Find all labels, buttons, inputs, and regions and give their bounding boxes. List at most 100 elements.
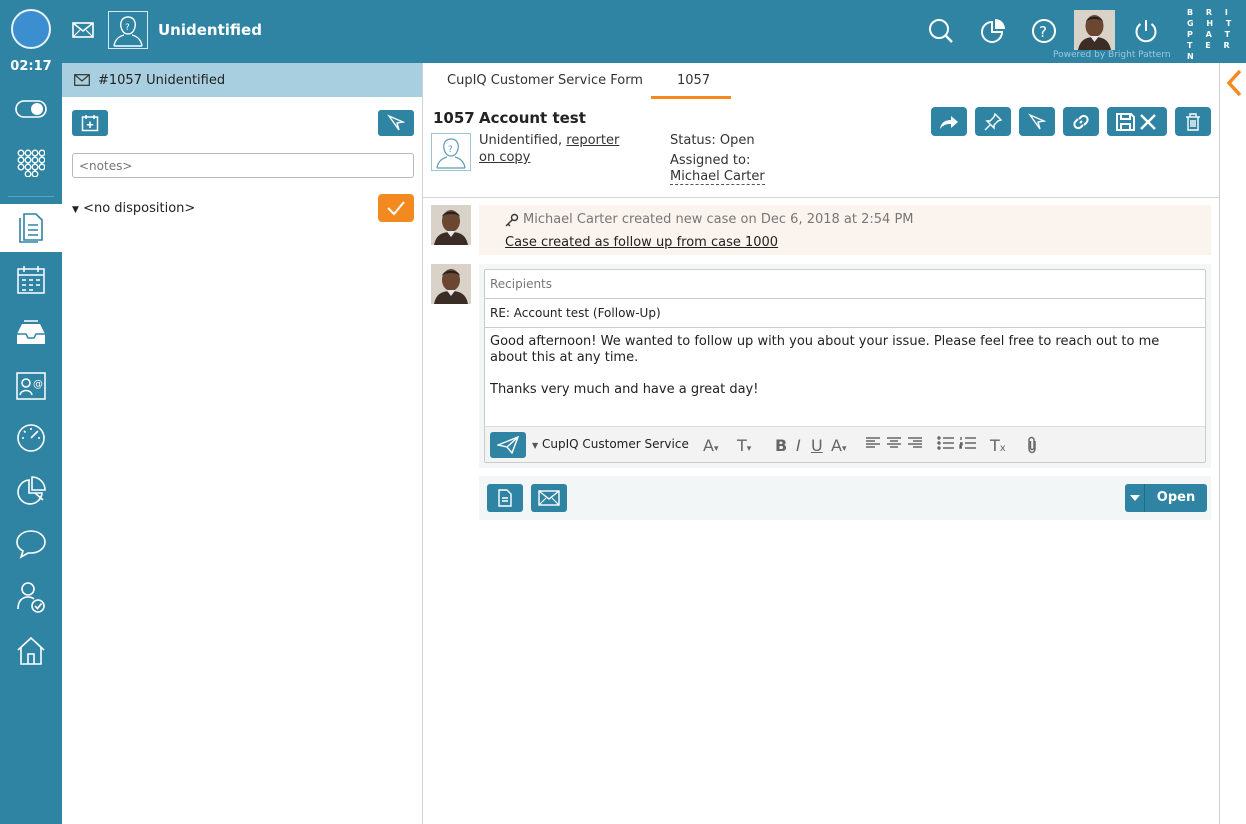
send-icon <box>497 436 519 454</box>
flag-icon <box>387 114 405 131</box>
save-close-button[interactable] <box>1107 107 1167 136</box>
disposition-dropdown[interactable]: ▼ <no disposition> <box>72 201 195 216</box>
attachment-icon[interactable] <box>1026 436 1038 454</box>
calendar-add-icon <box>81 115 99 132</box>
chevron-down-icon: ▼ <box>72 205 79 215</box>
recipients-field[interactable]: Recipients <box>485 270 1205 299</box>
bright-pattern-logo: B R I G H T P A T T E R N <box>1187 8 1237 61</box>
svg-text:@: @ <box>33 379 43 390</box>
nav-active-interaction-icon[interactable] <box>0 204 62 252</box>
trash-icon <box>1186 112 1200 131</box>
forward-arrow-icon <box>940 115 958 129</box>
flag-button[interactable] <box>378 110 414 136</box>
case-main-area: CupIQ Customer Service Form 1057 1057 Ac… <box>423 63 1219 824</box>
email-icon <box>538 490 560 506</box>
agent-avatar <box>431 205 471 245</box>
editor-toolbar: ▼ CupIQ Customer Service A▾ T▾ B I U A▾ <box>485 426 1205 462</box>
delete-button[interactable] <box>1175 107 1211 136</box>
dialpad-icon[interactable] <box>0 139 62 187</box>
email-icon <box>72 22 94 38</box>
align-center-icon[interactable] <box>886 436 902 450</box>
home-icon[interactable] <box>0 627 62 675</box>
svg-text:?: ? <box>1039 23 1047 41</box>
chevron-left-icon[interactable] <box>1225 69 1243 97</box>
pin-button[interactable] <box>975 107 1011 136</box>
flag-icon <box>1028 112 1046 129</box>
font-color-icon[interactable]: A▾ <box>831 436 846 455</box>
email-body[interactable]: Good afternoon! We wanted to follow up w… <box>490 334 1195 398</box>
reply-footer <box>479 476 1211 520</box>
svg-text:?: ? <box>448 145 453 155</box>
italic-icon[interactable]: I <box>796 436 801 455</box>
activity-description: Michael Carter created new case on Dec 6… <box>505 212 914 227</box>
case-state-button[interactable]: Open <box>1125 484 1207 512</box>
inbox-icon[interactable] <box>0 309 62 357</box>
disposition-label: <no disposition> <box>83 201 196 216</box>
dashboard-gauge-icon[interactable] <box>0 414 62 462</box>
pin-icon <box>984 112 1002 130</box>
panel-header: #1057 Unidentified <box>62 63 422 97</box>
save-close-icon <box>1116 112 1156 131</box>
search-icon[interactable] <box>927 17 955 45</box>
underline-icon[interactable]: U <box>811 436 823 455</box>
wallboard-icon[interactable] <box>979 17 1007 45</box>
left-navigation: 02:17 @ <box>0 59 62 824</box>
numbered-list-icon[interactable] <box>959 436 977 450</box>
calendar-icon[interactable] <box>0 256 62 304</box>
active-tab-indicator <box>651 96 731 99</box>
forward-button[interactable] <box>931 107 967 136</box>
schedule-button[interactable] <box>72 110 108 136</box>
align-right-icon[interactable] <box>907 436 923 450</box>
reporter-link[interactable]: reporter <box>566 133 619 148</box>
chevron-down-icon: ▼ <box>532 441 539 450</box>
complete-disposition-button[interactable] <box>378 194 414 222</box>
directory-icon[interactable]: @ <box>0 362 62 410</box>
sender-dropdown[interactable]: ▼ CupIQ Customer Service <box>532 437 689 451</box>
bulleted-list-icon[interactable] <box>937 436 955 450</box>
agent-avatar <box>431 264 471 304</box>
on-copy-link[interactable]: on copy <box>479 150 530 165</box>
flag-button[interactable] <box>1019 107 1055 136</box>
bold-icon[interactable]: B <box>775 436 787 455</box>
document-icon <box>498 489 512 507</box>
send-button[interactable] <box>490 432 526 458</box>
agent-status-indicator[interactable] <box>11 9 51 49</box>
top-bar: ? Unidentified ? B R I G H T P A T T E R… <box>0 0 1246 63</box>
contact-photo-placeholder[interactable]: ? <box>431 133 471 171</box>
attach-article-button[interactable] <box>487 484 523 512</box>
follow-up-case-link[interactable]: Case created as follow up from case 1000 <box>505 235 778 250</box>
email-icon <box>74 74 90 86</box>
interaction-panel: #1057 Unidentified ▼ <no disposition> <box>62 63 423 824</box>
agent-avatar[interactable] <box>1074 10 1115 50</box>
case-status: Status: Open <box>670 133 755 148</box>
assigned-agent-link[interactable]: Michael Carter <box>670 169 765 185</box>
email-composer: Recipients RE: Account test (Follow-Up) … <box>484 269 1206 463</box>
link-icon <box>1073 114 1089 129</box>
contact-photo-placeholder[interactable]: ? <box>108 11 148 49</box>
reports-pie-icon[interactable] <box>0 467 62 515</box>
agent-check-icon[interactable] <box>0 573 62 621</box>
interaction-title: Unidentified <box>158 21 262 39</box>
notes-input[interactable] <box>72 153 414 178</box>
link-button[interactable] <box>1063 107 1099 136</box>
chevron-down-icon[interactable] <box>1125 484 1145 512</box>
panel-header-title: #1057 Unidentified <box>98 72 226 88</box>
header-separator <box>423 197 1219 198</box>
text-height-icon[interactable]: T▾ <box>737 436 751 455</box>
status-timer: 02:17 <box>10 59 52 74</box>
subject-field[interactable]: RE: Account test (Follow-Up) <box>485 299 1205 328</box>
nav-separator <box>8 196 54 197</box>
help-icon[interactable]: ? <box>1030 17 1058 45</box>
tab-case[interactable]: 1057 <box>677 73 710 88</box>
powered-by-text: Powered by Bright Pattern <box>1053 50 1171 60</box>
ready-toggle-icon[interactable] <box>0 85 62 133</box>
chat-icon[interactable] <box>0 520 62 568</box>
new-email-button[interactable] <box>531 484 567 512</box>
logout-icon[interactable] <box>1132 17 1160 45</box>
tab-bar: CupIQ Customer Service Form 1057 <box>423 63 1219 100</box>
align-left-icon[interactable] <box>865 436 881 450</box>
clear-format-icon[interactable]: Tx <box>990 436 1006 455</box>
tab-form[interactable]: CupIQ Customer Service Form <box>447 73 643 88</box>
check-icon <box>387 201 405 216</box>
font-size-icon[interactable]: A▾ <box>703 436 718 455</box>
